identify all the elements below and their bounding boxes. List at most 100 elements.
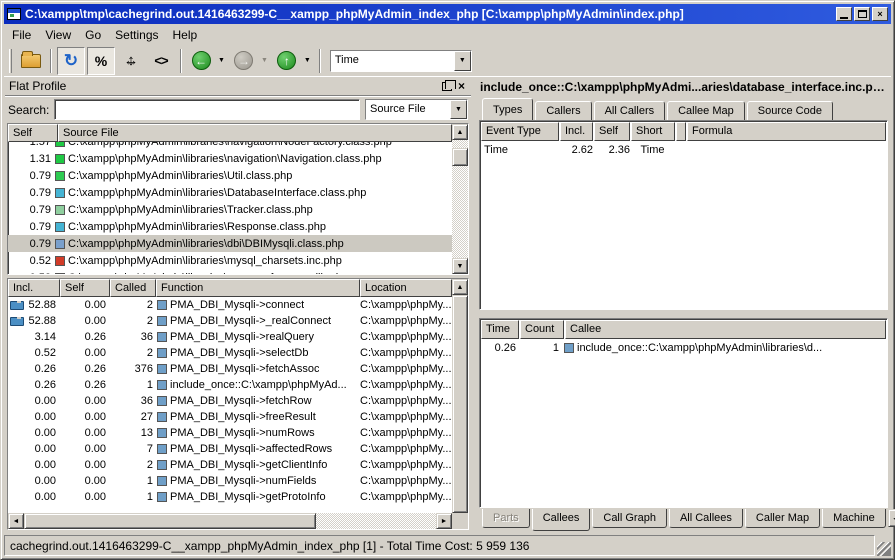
function-row[interactable]: 0.000.0036PMA_DBI_Mysqli->fetchRowC:\xam… (8, 393, 452, 409)
column-header-callee[interactable]: Callee (565, 320, 886, 339)
tab-callee-map[interactable]: Callee Map (667, 101, 745, 120)
column-header-location[interactable]: Location (360, 279, 452, 297)
flat-profile-row[interactable]: 0.52C:\xampp\phpMyAdmin\libraries\mysql_… (8, 252, 452, 269)
flat-profile-row[interactable]: 0.79C:\xampp\phpMyAdmin\libraries\Util.c… (8, 167, 452, 184)
tab-all-callers[interactable]: All Callers (594, 101, 666, 120)
toolbar-separator (180, 49, 182, 73)
back-button[interactable]: ← (187, 47, 215, 75)
event-type-combobox[interactable]: Time ▼ (330, 50, 472, 72)
move-icon: ↔↕ (122, 52, 140, 70)
function-row[interactable]: 0.000.002PMA_DBI_Mysqli->getClientInfoC:… (8, 457, 452, 473)
column-header-count[interactable]: Count (520, 320, 564, 339)
tab-types[interactable]: Types (482, 98, 533, 120)
tab-all-callees[interactable]: All Callees (669, 509, 743, 528)
grouping-combobox[interactable]: Source File ▼ (365, 99, 468, 120)
callee-row[interactable]: 0.261include_once::C:\xampp\phpMyAdmin\l… (480, 339, 887, 356)
types-view: Event TypeIncl.SelfShort Formula Time2.62… (479, 120, 888, 310)
up-button[interactable]: ↑ (273, 47, 301, 75)
scroll-up-icon[interactable]: ▲ (452, 124, 468, 140)
flat-profile-row[interactable]: 0.79C:\xampp\phpMyAdmin\libraries\Databa… (8, 184, 452, 201)
forward-button[interactable]: → (230, 47, 258, 75)
event-type-row[interactable]: Time2.622.36Time (480, 141, 887, 158)
function-row[interactable]: 0.000.0027PMA_DBI_Mysqli->freeResultC:\x… (8, 409, 452, 425)
column-header-self[interactable]: Self (60, 279, 110, 297)
function-row[interactable]: 0.260.26376PMA_DBI_Mysqli->fetchAssocC:\… (8, 361, 452, 377)
column-header-formula[interactable]: Formula (687, 122, 886, 141)
shorten-templates-button[interactable]: <> (147, 47, 175, 75)
detail-splitter[interactable] (478, 310, 889, 318)
column-header-event-type[interactable]: Event Type (481, 122, 559, 141)
search-input[interactable] (54, 99, 360, 120)
up-dropdown-arrow[interactable]: ▼ (301, 57, 314, 64)
column-header-self[interactable]: Self (594, 122, 630, 141)
back-dropdown-arrow[interactable]: ▼ (215, 57, 228, 64)
scrollbar-thumb[interactable] (452, 148, 468, 166)
function-row[interactable]: 0.000.0013PMA_DBI_Mysqli->numRowsC:\xamp… (8, 425, 452, 441)
column-header-time[interactable]: Time (481, 320, 519, 339)
maximize-button[interactable] (854, 7, 870, 21)
tab-callers[interactable]: Callers (535, 101, 591, 120)
function-row[interactable]: 3.140.2636PMA_DBI_Mysqli->realQueryC:\xa… (8, 329, 452, 345)
flat-profile-row[interactable]: 0.79C:\xampp\phpMyAdmin\libraries\dbi\DB… (8, 235, 452, 252)
tab-callees[interactable]: Callees (532, 509, 591, 531)
menu-settings[interactable]: Settings (109, 26, 164, 44)
close-button[interactable]: × (872, 7, 888, 21)
function-row[interactable]: 0.520.002PMA_DBI_Mysqli->selectDbC:\xamp… (8, 345, 452, 361)
function-list-vertical-scrollbar[interactable]: ▲ ▼ (452, 279, 468, 529)
menu-go[interactable]: Go (79, 26, 107, 44)
flat-profile-row[interactable]: 0.79C:\xampp\phpMyAdmin\libraries\Tracke… (8, 201, 452, 218)
incl-value: 0.00 (35, 443, 56, 455)
column-header-self[interactable]: Self (8, 124, 58, 142)
tab-caller-map[interactable]: Caller Map (745, 509, 820, 528)
relative-to-parent-button[interactable]: ↔↕ (117, 47, 145, 75)
open-file-button[interactable] (17, 47, 45, 75)
scroll-right-icon[interactable]: ► (436, 513, 452, 529)
column-header-called[interactable]: Called (110, 279, 156, 297)
function-row[interactable]: 0.000.001PMA_DBI_Mysqli->getProtoInfoC:\… (8, 489, 452, 505)
self-value: 0.26 (60, 363, 110, 375)
toolbar: ↻ % ↔↕ <> ← ▼ → ▼ ↑ ▼ Time ▼ (4, 45, 891, 77)
column-header-short[interactable]: Short (631, 122, 675, 141)
flat-profile-row[interactable]: 1.31C:\xampp\phpMyAdmin\libraries\naviga… (8, 150, 452, 167)
function-row[interactable]: 0.000.001PMA_DBI_Mysqli->numFieldsC:\xam… (8, 473, 452, 489)
scroll-down-icon[interactable]: ▼ (452, 258, 468, 274)
minimize-button[interactable] (836, 7, 852, 21)
scroll-up-icon[interactable]: ▲ (452, 279, 468, 295)
menu-view[interactable]: View (39, 26, 77, 44)
flat-profile-row[interactable]: 0.52C:\xampp\phpMyAdmin\libraries\user_p… (8, 269, 452, 274)
location-value: C:\xampp\phpMy... (360, 315, 452, 327)
chevron-down-icon[interactable]: ▼ (454, 51, 471, 71)
column-header-spacer[interactable] (676, 122, 686, 141)
cycle-detection-button[interactable]: ↻ (57, 47, 85, 75)
tab-call-graph[interactable]: Call Graph (592, 509, 667, 528)
dock-float-icon[interactable] (442, 82, 452, 91)
function-icon (157, 348, 167, 358)
tab-machine[interactable]: Machine (822, 509, 886, 528)
resize-grip[interactable] (877, 542, 891, 556)
column-header-incl[interactable]: Incl. (560, 122, 593, 141)
scroll-left-icon[interactable]: ◄ (8, 513, 24, 529)
dock-close-icon[interactable]: × (456, 80, 467, 92)
flat-profile-row[interactable]: 0.79C:\xampp\phpMyAdmin\libraries\Respon… (8, 218, 452, 235)
menu-help[interactable]: Help (167, 26, 204, 44)
column-header-incl[interactable]: Incl. (8, 279, 60, 297)
function-icon (157, 396, 167, 406)
relative-percent-button[interactable]: % (87, 47, 115, 75)
function-row[interactable]: 52.880.002PMA_DBI_Mysqli->_realConnectC:… (8, 313, 452, 329)
tab-source-code[interactable]: Source Code (747, 101, 833, 120)
chevron-down-icon[interactable]: ▼ (450, 100, 467, 119)
scrollbar-thumb[interactable] (24, 513, 316, 529)
function-row[interactable]: 52.880.002PMA_DBI_Mysqli->connectC:\xamp… (8, 297, 452, 313)
column-header-function[interactable]: Function (156, 279, 360, 297)
function-icon (157, 380, 167, 390)
file-group-icon (55, 222, 65, 232)
function-row[interactable]: 0.260.261include_once::C:\xampp\phpMyAd.… (8, 377, 452, 393)
menu-file[interactable]: File (6, 26, 37, 44)
scroll-left-icon[interactable]: ◄ (888, 509, 895, 527)
toolbar-handle[interactable] (9, 49, 12, 73)
source-list-vertical-scrollbar[interactable]: ▲ ▼ (452, 124, 468, 274)
column-header-source-file[interactable]: Source File (58, 124, 452, 142)
function-list-horizontal-scrollbar[interactable]: ◄ ► (8, 513, 452, 529)
flat-profile-row[interactable]: 1.57C:\xampp\phpMyAdmin\libraries\naviga… (8, 142, 452, 150)
function-row[interactable]: 0.000.007PMA_DBI_Mysqli->affectedRowsC:\… (8, 441, 452, 457)
